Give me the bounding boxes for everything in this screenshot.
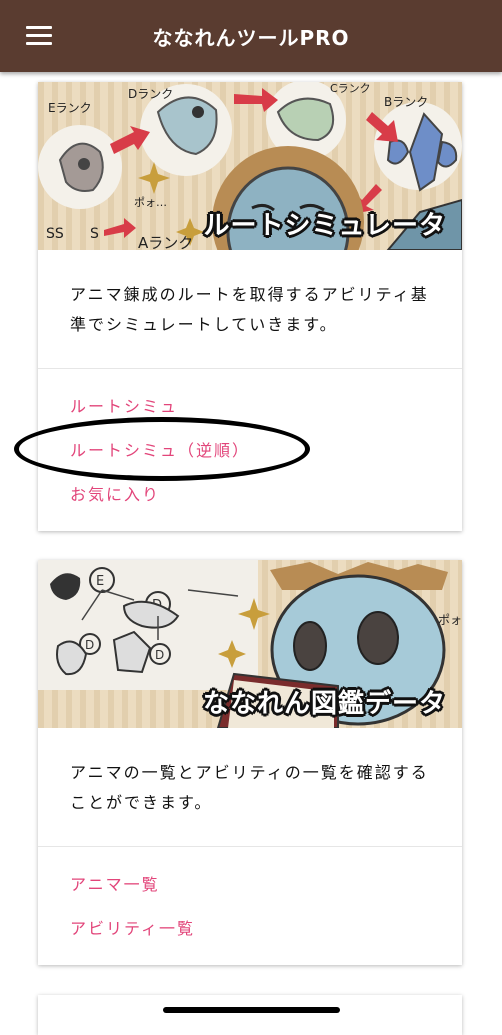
zukan-data-description: アニマの一覧とアビリティの一覧を確認することができます。: [38, 728, 462, 847]
route-simulator-links: ルートシミュ ルートシミュ（逆順） お気に入り: [38, 369, 462, 531]
zukan-data-card: E D D D ポォ ななれん図鑑データ アニマの一覧とアビリティの一覧を確認す…: [38, 560, 462, 965]
route-simulator-banner[interactable]: Eランク Dランク Cランク Bランク SS S Aランク ポォ… ルートシミュ…: [38, 82, 462, 250]
poo-doodle-label: ポォ: [438, 613, 462, 627]
ss-rank-label: SS: [46, 226, 64, 242]
zukan-data-banner[interactable]: E D D D ポォ ななれん図鑑データ: [38, 560, 462, 728]
anima-list-link[interactable]: アニマ一覧: [70, 863, 430, 907]
next-card: [38, 995, 462, 1035]
route-simulator-description: アニマ錬成のルートを取得するアビリティ基準でシミュレートしていきます。: [38, 250, 462, 369]
c-rank-label: Cランク: [330, 82, 371, 95]
app-title: ななれんツールPRO: [152, 25, 350, 50]
route-simulator-title: ルートシミュレータ: [203, 211, 446, 241]
zukan-data-links: アニマ一覧 アビリティ一覧: [38, 847, 462, 965]
s-rank-label: S: [90, 226, 99, 242]
route-simulator-card: Eランク Dランク Cランク Bランク SS S Aランク ポォ… ルートシミュ…: [38, 82, 462, 531]
route-sim-reverse-link[interactable]: ルートシミュ（逆順）: [70, 429, 430, 473]
d-doodle-label-2: D: [85, 638, 94, 652]
e-rank-label: Eランク: [48, 101, 92, 115]
a-rank-label: Aランク: [138, 234, 193, 250]
hamburger-menu-icon[interactable]: [26, 26, 52, 46]
home-indicator[interactable]: [163, 1007, 340, 1013]
route-sim-link[interactable]: ルートシミュ: [70, 385, 430, 429]
ability-list-link[interactable]: アビリティ一覧: [70, 907, 430, 951]
poo-label: ポォ…: [134, 196, 167, 209]
favorites-link[interactable]: お気に入り: [70, 473, 430, 517]
app-bar: ななれんツールPRO: [0, 0, 502, 72]
d-rank-label: Dランク: [128, 87, 173, 101]
e-doodle-label: E: [96, 574, 104, 589]
b-rank-label: Bランク: [384, 95, 428, 109]
zukan-data-title: ななれん図鑑データ: [202, 689, 446, 719]
d-doodle-label-3: D: [155, 648, 164, 662]
